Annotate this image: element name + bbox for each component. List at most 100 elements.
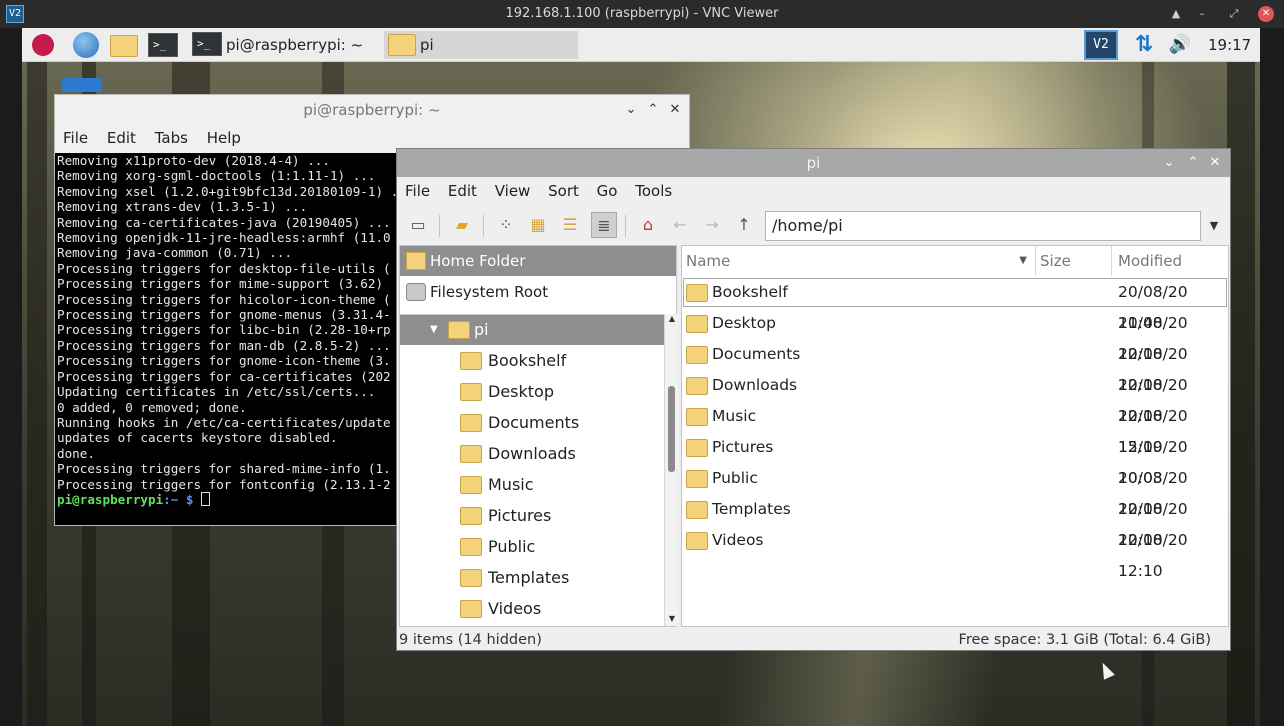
file-row[interactable]: Downloads 20/08/20 12:10: [682, 370, 1228, 425]
scroll-up-icon[interactable]: ▲: [665, 314, 679, 326]
menu-file[interactable]: File: [63, 129, 88, 147]
desktop-folder-icon: [460, 383, 482, 401]
file-name: Downloads: [712, 376, 798, 394]
tree-item-label: Public: [488, 537, 536, 556]
tree-item[interactable]: Public: [400, 532, 664, 562]
file-row[interactable]: Pictures 15/09/20 10:03: [682, 432, 1228, 487]
file-row[interactable]: Templates 20/08/20 12:10: [682, 494, 1228, 549]
new-window-icon[interactable]: ▭: [405, 212, 431, 238]
volume-icon[interactable]: 🔊: [1166, 32, 1194, 58]
vnc-close-button[interactable]: ✕: [1258, 6, 1274, 22]
scrollbar-thumb[interactable]: [668, 386, 675, 472]
menu-edit[interactable]: Edit: [107, 129, 136, 147]
new-tab-icon[interactable]: ▰: [449, 212, 475, 238]
back-arrow-icon[interactable]: ←: [667, 212, 693, 238]
menu-sort[interactable]: Sort: [548, 182, 579, 200]
chevron-down-icon[interactable]: ⌄: [1159, 153, 1179, 173]
expander-icon[interactable]: ▼: [430, 315, 438, 345]
tree-item-pi[interactable]: ▼ pi: [400, 315, 664, 345]
vnc-server-tray-icon[interactable]: V2: [1084, 30, 1118, 60]
up-arrow-icon[interactable]: ↑: [731, 212, 757, 238]
prompt-user: pi@raspberrypi: [57, 491, 164, 507]
templates-folder-icon: [460, 569, 482, 587]
vnc-toolbar-toggle-button[interactable]: ▲: [1166, 4, 1186, 24]
vnc-minimize-button[interactable]: –: [1192, 4, 1212, 24]
music-folder-icon: [460, 476, 482, 494]
network-icon[interactable]: ⇅: [1130, 32, 1158, 58]
place-filesystem-root[interactable]: Filesystem Root: [400, 277, 676, 307]
home-icon[interactable]: ⌂: [635, 212, 661, 238]
vnc-maximize-button[interactable]: ⤢: [1224, 4, 1244, 24]
path-input[interactable]: /home/pi: [765, 211, 1201, 241]
taskbar-task-terminal[interactable]: >_ pi@raspberrypi: ~: [190, 31, 382, 59]
file-row[interactable]: Documents 20/08/20 12:10: [682, 339, 1228, 394]
documents-folder-icon: [460, 414, 482, 432]
icon-view-icon[interactable]: ⁘: [493, 212, 519, 238]
raspberry-menu-icon[interactable]: [32, 34, 54, 56]
file-row[interactable]: Public 20/08/20 12:10: [682, 463, 1228, 518]
chevron-down-icon[interactable]: ⌄: [621, 100, 641, 120]
chevron-up-icon[interactable]: ⌃: [1183, 153, 1203, 173]
tree-item-label: pi: [474, 320, 489, 339]
file-row[interactable]: Desktop 20/08/20 12:10: [682, 308, 1228, 363]
menu-file[interactable]: File: [405, 182, 430, 200]
column-header-modified[interactable]: Modified: [1112, 246, 1228, 276]
menu-edit[interactable]: Edit: [448, 182, 477, 200]
downloads-folder-icon: [460, 445, 482, 463]
tree-item-label: Documents: [488, 413, 580, 432]
tree-scrollbar[interactable]: ▲ ▼: [664, 314, 678, 626]
public-folder-icon: [460, 538, 482, 556]
tree-item-label: Templates: [488, 568, 570, 587]
file-row[interactable]: Music 20/08/20 12:10: [682, 401, 1228, 456]
thumbnail-view-icon[interactable]: ▦: [525, 212, 551, 238]
forward-arrow-icon[interactable]: →: [699, 212, 725, 238]
file-name: Documents: [712, 345, 801, 363]
web-browser-icon[interactable]: [73, 32, 99, 58]
file-manager-launcher-icon[interactable]: [110, 35, 138, 57]
chevron-up-icon[interactable]: ⌃: [643, 100, 663, 120]
compact-view-icon[interactable]: ☰: [557, 212, 583, 238]
menu-view[interactable]: View: [495, 182, 531, 200]
tree-item[interactable]: Templates: [400, 563, 664, 593]
folder-icon: [388, 34, 416, 56]
close-icon[interactable]: ✕: [665, 100, 685, 120]
file-name: Templates: [712, 500, 791, 518]
taskbar-task-file-manager[interactable]: pi: [384, 31, 578, 59]
wallpaper-tree: [27, 28, 47, 726]
file-row[interactable]: Videos 20/08/20 12:10: [682, 525, 1228, 580]
tree-item[interactable]: Bookshelf: [400, 346, 664, 376]
path-dropdown-icon[interactable]: ▼: [1203, 211, 1225, 241]
side-pane: Home Folder Filesystem Root ▼ pi Bookshe…: [399, 245, 678, 627]
documents-folder-icon: [686, 346, 708, 364]
file-list: Name ▼ Size Modified Bookshelf 20/08/20 1…: [681, 245, 1229, 627]
menu-tabs[interactable]: Tabs: [155, 129, 188, 147]
menu-go[interactable]: Go: [597, 182, 618, 200]
tree-item[interactable]: Downloads: [400, 439, 664, 469]
downloads-folder-icon: [686, 377, 708, 395]
prompt-path: :~ $: [163, 491, 194, 507]
place-label: Filesystem Root: [430, 283, 549, 301]
clock[interactable]: 19:17: [1208, 36, 1251, 54]
tree-item[interactable]: Videos: [400, 594, 664, 624]
terminal-launcher-icon[interactable]: >_: [148, 33, 178, 57]
menu-help[interactable]: Help: [207, 129, 241, 147]
tree-item[interactable]: Music: [400, 470, 664, 500]
music-folder-icon: [686, 408, 708, 426]
close-icon[interactable]: ✕: [1205, 153, 1225, 173]
tree-item[interactable]: Pictures: [400, 501, 664, 531]
scroll-down-icon[interactable]: ▼: [665, 614, 679, 626]
tree-item[interactable]: Documents: [400, 408, 664, 438]
file-row[interactable]: Bookshelf 20/08/20 11:40: [682, 277, 1228, 332]
trash-icon[interactable]: [62, 78, 102, 92]
column-header-label: Size: [1040, 252, 1071, 270]
place-home-folder[interactable]: Home Folder: [400, 246, 676, 276]
column-header-size[interactable]: Size: [1036, 246, 1112, 276]
menu-tools[interactable]: Tools: [635, 182, 672, 200]
remote-desktop: >_ >_ pi@raspberrypi: ~ pi V2 ⇅ 🔊 19:17 …: [22, 28, 1260, 726]
tree-item-label: Desktop: [488, 382, 554, 401]
column-header-name[interactable]: Name ▼: [682, 246, 1036, 276]
detailed-list-view-icon[interactable]: ≣: [591, 212, 617, 238]
tree-item[interactable]: Desktop: [400, 377, 664, 407]
toolbar-separator: [483, 215, 484, 237]
column-header-label: Name: [686, 252, 731, 270]
